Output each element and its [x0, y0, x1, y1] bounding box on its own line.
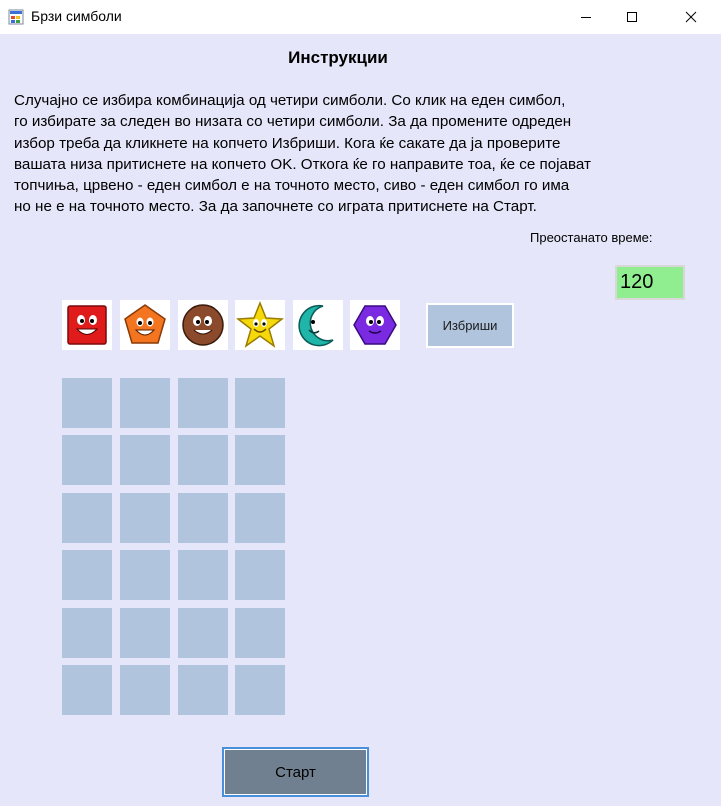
minimize-button[interactable] [563, 0, 609, 34]
start-button[interactable]: Старт [222, 747, 369, 797]
remaining-time-field: 120 [615, 265, 685, 300]
board-cell[interactable] [62, 435, 112, 485]
close-icon [685, 11, 697, 23]
board-cell[interactable] [62, 608, 112, 658]
board-cell[interactable] [62, 550, 112, 600]
brown-circle-face-icon [182, 304, 224, 346]
delete-button[interactable]: Избриши [426, 303, 514, 348]
window-title: Брзи симболи [31, 8, 122, 24]
instructions-line: но не е на точното место. За да започнет… [14, 198, 537, 216]
yellow-star-face-icon [235, 300, 285, 348]
board-cell[interactable] [235, 435, 285, 485]
board-cell[interactable] [62, 665, 112, 715]
orange-pentagon-face-icon [124, 304, 166, 344]
board-cell[interactable] [120, 378, 170, 428]
purple-hexagon-face-icon [353, 305, 397, 345]
board-cell[interactable] [120, 435, 170, 485]
board-cell[interactable] [120, 550, 170, 600]
maximize-icon [627, 12, 637, 22]
board-cell[interactable] [235, 550, 285, 600]
close-button[interactable] [668, 0, 714, 34]
instructions-title: Инструкции [288, 48, 388, 67]
board-cell[interactable] [178, 435, 228, 485]
board-cell[interactable] [62, 493, 112, 543]
symbol-red-square[interactable] [62, 300, 112, 350]
remaining-time-label: Преостанато време: [530, 230, 653, 245]
board-cell[interactable] [235, 665, 285, 715]
red-square-face-icon [67, 305, 107, 345]
instructions-line: го избирате за следен во низата со четир… [14, 113, 572, 131]
symbol-purple-hexagon[interactable] [350, 300, 400, 350]
board-cell[interactable] [235, 378, 285, 428]
minimize-icon [581, 17, 591, 18]
teal-moon-face-icon [298, 304, 334, 347]
board-cell[interactable] [120, 665, 170, 715]
board-cell[interactable] [178, 665, 228, 715]
instructions-line: вашата низа притиснете на копчето OK. От… [14, 155, 591, 173]
board-cell[interactable] [178, 550, 228, 600]
instructions-line: топчиња, црвено - еден симбол е на точно… [14, 177, 570, 195]
board-cell[interactable] [235, 608, 285, 658]
board-cell[interactable] [120, 493, 170, 543]
symbol-brown-circle[interactable] [178, 300, 228, 350]
board-cell[interactable] [235, 493, 285, 543]
symbol-orange-pentagon[interactable] [120, 300, 170, 350]
instructions-line: Случајно се избира комбинација од четири… [14, 92, 566, 109]
board-cell[interactable] [178, 608, 228, 658]
app-icon [8, 9, 24, 25]
instructions-text: Случајно се избира комбинација од четири… [14, 90, 684, 218]
board-cell[interactable] [178, 378, 228, 428]
title-bar: Брзи симболи [0, 0, 721, 34]
symbol-teal-moon[interactable] [293, 300, 343, 350]
instructions-line: избор треба да кликнете на копчето Избри… [14, 134, 561, 152]
board-cell[interactable] [62, 378, 112, 428]
maximize-button[interactable] [609, 0, 655, 34]
board-cell[interactable] [120, 608, 170, 658]
board-cell[interactable] [178, 493, 228, 543]
symbol-yellow-star[interactable] [235, 300, 285, 350]
